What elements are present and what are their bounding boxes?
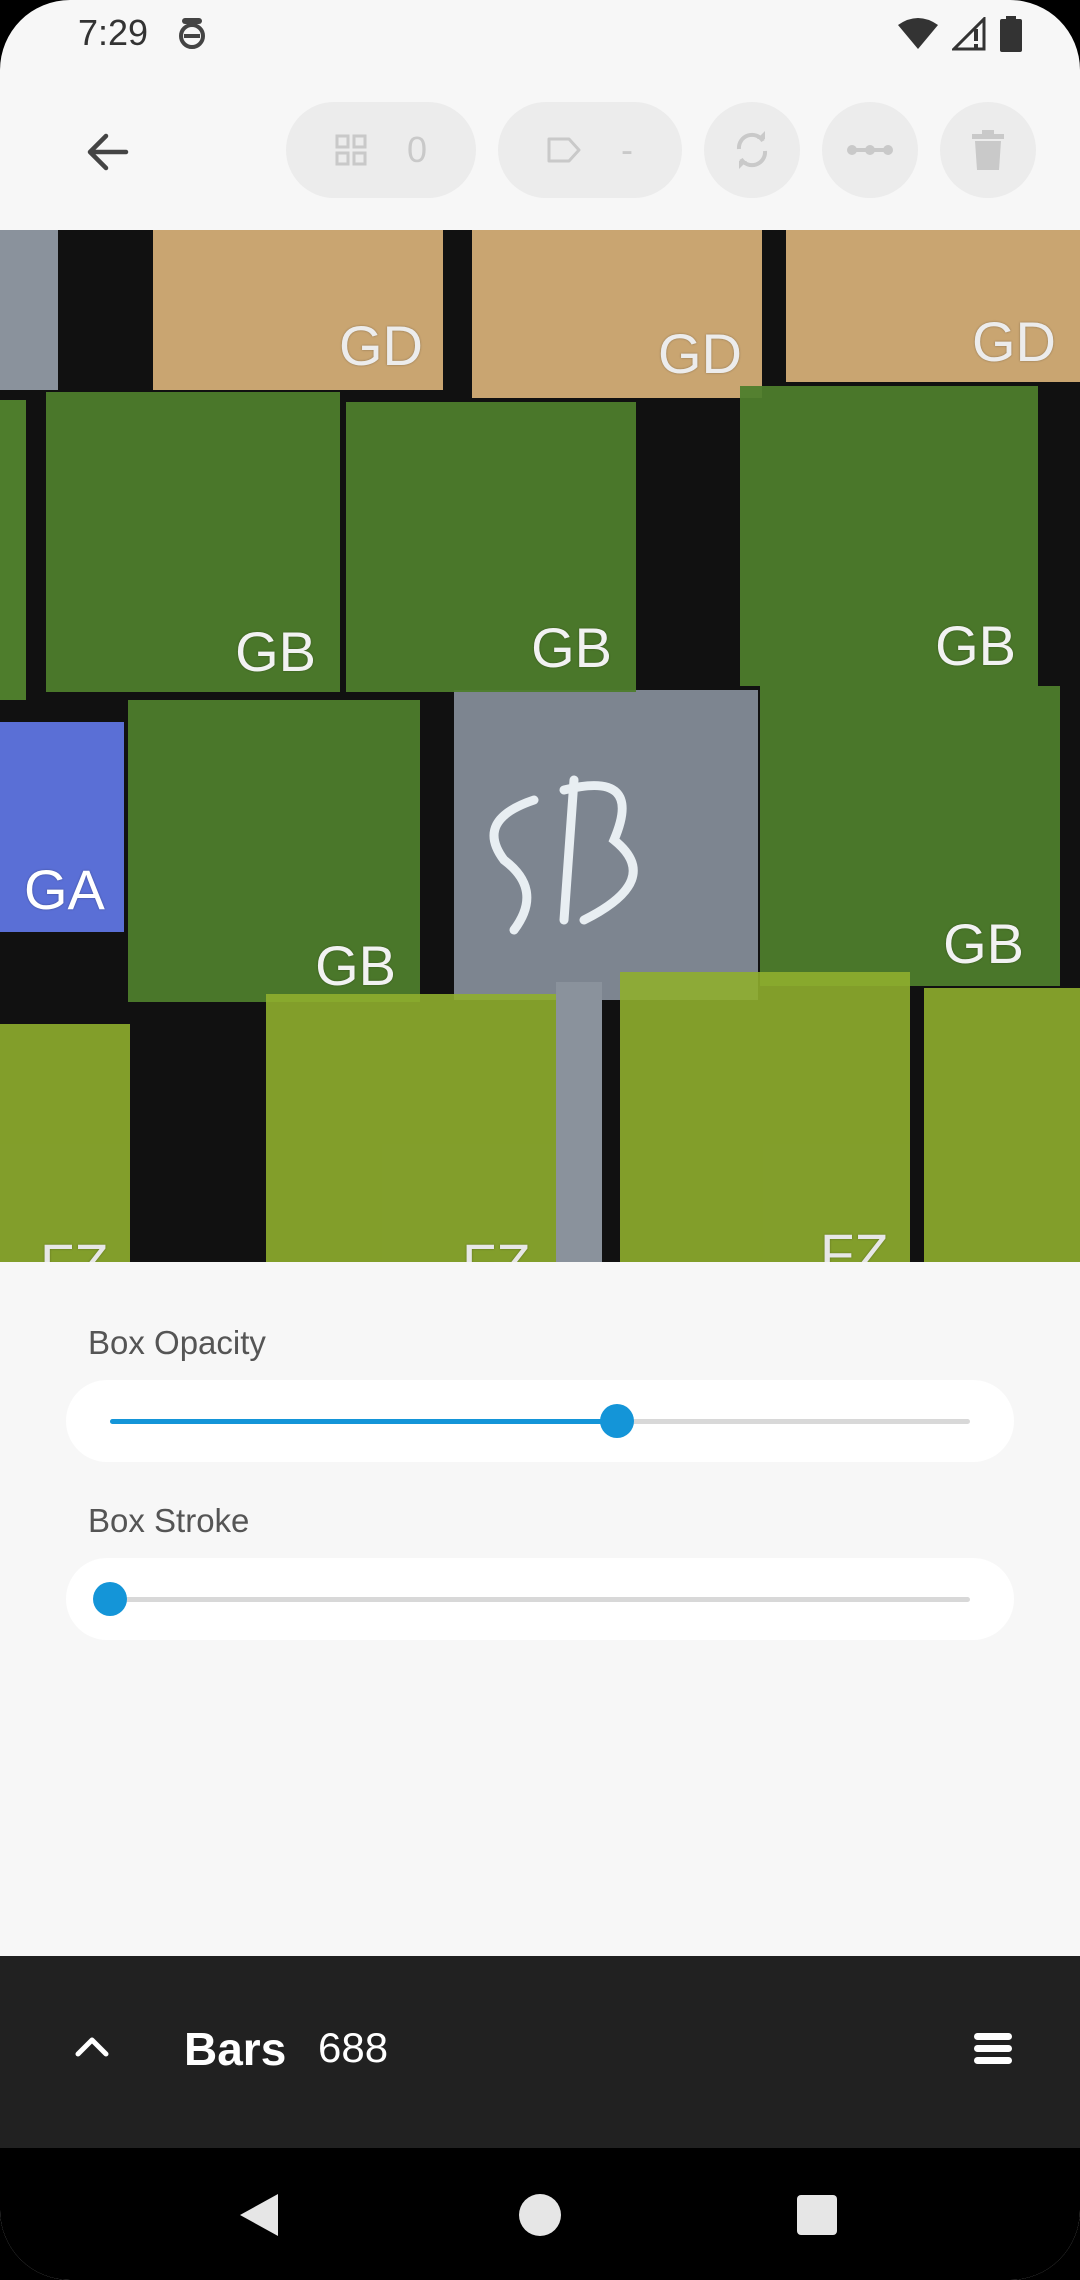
box-label: FZ (462, 1231, 530, 1262)
detection-box[interactable]: FZ (620, 972, 910, 1262)
detection-box[interactable]: FZ (266, 994, 556, 1262)
cell-signal-icon (952, 17, 986, 51)
box-label: GB (235, 620, 316, 683)
dataset-title: Bars (184, 2023, 287, 2075)
background-tile (454, 690, 758, 1000)
arrow-back-icon[interactable] (78, 122, 138, 182)
detection-box[interactable]: GB (46, 392, 340, 692)
sync-button[interactable] (704, 102, 800, 198)
delete-button[interactable] (940, 102, 1036, 198)
box-label: GD (339, 314, 423, 377)
detection-box[interactable]: GB (128, 700, 420, 1002)
slider-track-fill (110, 1419, 618, 1424)
delete-icon (972, 130, 1004, 170)
box-stroke-slider[interactable] (66, 1558, 1014, 1640)
detection-box[interactable]: GD (786, 230, 1080, 382)
box-label: GB (935, 614, 1016, 677)
grid-count: 0 (406, 129, 428, 170)
slider-thumb[interactable] (93, 1582, 127, 1616)
box-label: GB (943, 912, 1024, 975)
box-opacity-slider[interactable] (66, 1380, 1014, 1462)
box-label: GB (315, 934, 396, 997)
bottom-sheet-bar: Bars 688 (0, 1956, 1080, 2148)
box-label: FZ (820, 1222, 889, 1262)
detection-box[interactable]: GB (740, 386, 1038, 686)
tag-value: - (621, 129, 633, 170)
box-label: GD (972, 310, 1056, 373)
detection-box[interactable]: GA (0, 722, 124, 932)
status-bar: 7:29 (0, 0, 1080, 70)
detection-box[interactable] (0, 400, 26, 700)
nav-recents-icon[interactable] (797, 2195, 837, 2235)
status-time: 7:29 (78, 12, 149, 53)
box-label: GA (24, 858, 105, 921)
battery-icon (1000, 16, 1022, 52)
detection-box[interactable]: GD (153, 230, 443, 390)
detection-box[interactable]: GD (472, 230, 762, 398)
background-tile (556, 982, 602, 1262)
box-label: GB (531, 616, 612, 679)
chalk-marks (489, 775, 638, 935)
more-horizontal-icon (847, 145, 893, 155)
tag-button[interactable]: - (498, 102, 682, 198)
background-tile (0, 230, 58, 390)
navigation-bar (0, 2148, 1080, 2280)
box-opacity-label: Box Opacity (88, 1324, 266, 1361)
box-label: GD (658, 322, 742, 385)
line-tool-button[interactable] (822, 102, 918, 198)
notification-icon (179, 18, 205, 49)
toolbar: 0 - (0, 70, 1080, 230)
label-icon (547, 137, 581, 163)
nav-back-icon[interactable] (236, 2192, 280, 2238)
detection-box[interactable] (924, 988, 1080, 1262)
detection-box[interactable]: GB (346, 402, 636, 692)
menu-icon[interactable] (972, 2028, 1014, 2070)
detection-image[interactable]: GD GD GD GB GB GB GA GB GB FZ FZ (0, 230, 1080, 1262)
dataset-count: 688 (318, 2024, 389, 2071)
chevron-up-icon[interactable] (72, 2026, 112, 2066)
wifi-icon (898, 18, 938, 49)
detection-box[interactable]: GB (760, 686, 1060, 986)
nav-home-icon[interactable] (519, 2194, 561, 2236)
detection-box[interactable]: FZ (0, 1024, 130, 1262)
slider-thumb[interactable] (600, 1404, 635, 1438)
slider-track (110, 1404, 970, 1438)
slider-track (93, 1582, 970, 1616)
grid-count-button[interactable]: 0 (286, 102, 476, 198)
box-stroke-label: Box Stroke (88, 1502, 250, 1539)
screen: 7:29 0 - GD GD GD GB GB GB GA GB GB FZ B… (0, 0, 1080, 2280)
box-label: FZ (40, 1231, 108, 1262)
settings-panel: Box Opacity Box Stroke (0, 1262, 1080, 1956)
grid-icon (335, 134, 367, 166)
sync-icon (736, 131, 768, 169)
